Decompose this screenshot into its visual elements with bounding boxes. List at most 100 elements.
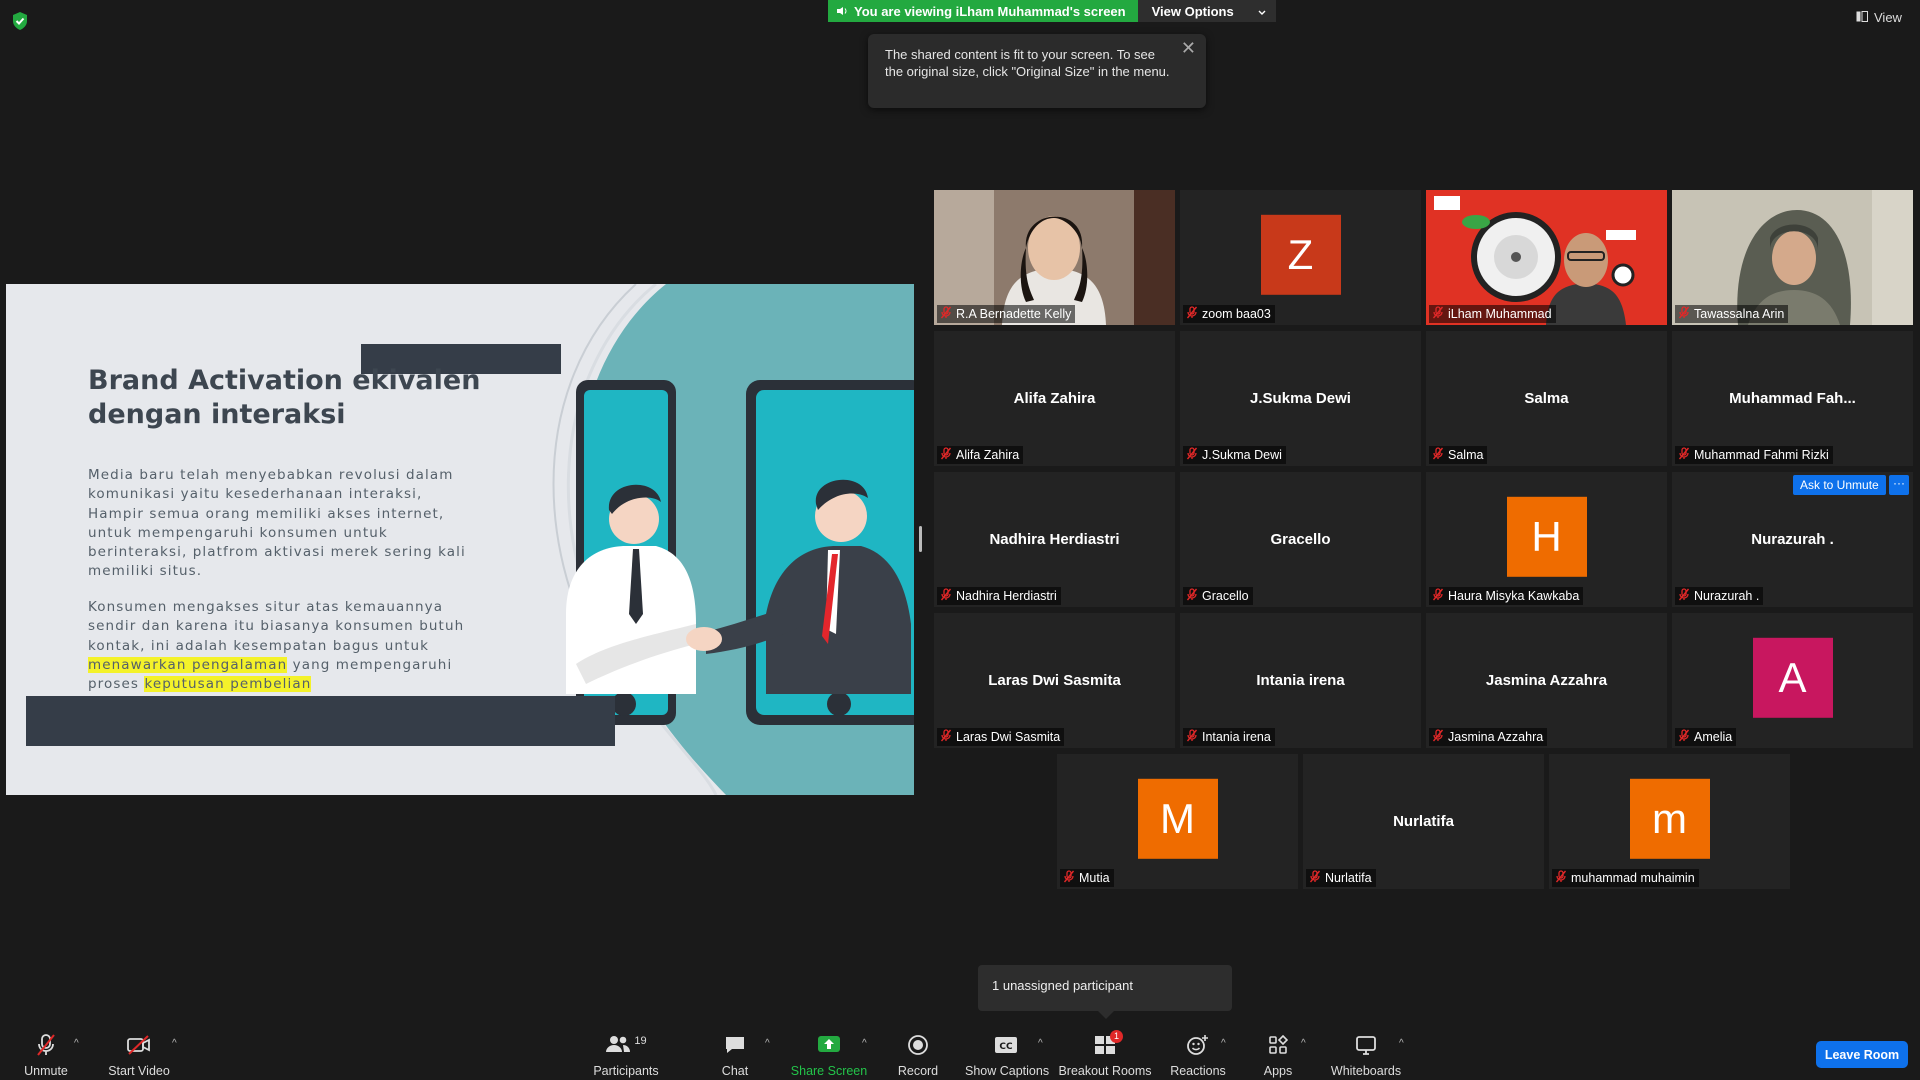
participant-name-label: Haura Misyka Kawkaba (1429, 587, 1584, 605)
reactions-options-caret-icon[interactable]: ^ (1221, 1038, 1226, 1049)
record-label: Record (897, 1064, 939, 1078)
participant-tile[interactable]: H Haura Misyka Kawkaba (1426, 472, 1667, 607)
muted-mic-icon (940, 729, 952, 745)
participant-avatar: H (1506, 496, 1587, 577)
audio-options-caret-icon[interactable]: ^ (74, 1038, 79, 1049)
muted-mic-icon (940, 588, 952, 604)
slide-paragraph-1: Media baru telah menyebabkan revolusi da… (88, 467, 466, 580)
participant-tile[interactable]: Nurlatifa Nurlatifa (1303, 754, 1544, 889)
participant-name: Amelia (1694, 730, 1733, 744)
apps-options-caret-icon[interactable]: ^ (1301, 1038, 1306, 1049)
participant-name: Nurlatifa (1325, 871, 1372, 885)
participant-name-label: J.Sukma Dewi (1183, 446, 1286, 464)
participant-tile[interactable]: Alifa Zahira Alifa Zahira (934, 331, 1175, 466)
participant-tile[interactable]: Jasmina Azzahra Jasmina Azzahra (1426, 613, 1667, 748)
captions-options-caret-icon[interactable]: ^ (1038, 1038, 1043, 1049)
participant-name: Nurazurah . (1694, 589, 1760, 603)
participant-name-label: Nadhira Herdiastri (937, 587, 1061, 605)
participant-name-label: Salma (1429, 446, 1488, 464)
participant-tile[interactable]: Zzoom baa03 (1180, 190, 1421, 325)
muted-mic-icon (1678, 588, 1690, 604)
participant-name-label: Intania irena (1183, 728, 1275, 746)
participant-avatar: M (1137, 778, 1218, 859)
whiteboards-button[interactable]: Whiteboards (1330, 1032, 1402, 1078)
participant-name-label: Amelia (1675, 728, 1737, 746)
whiteboards-options-caret-icon[interactable]: ^ (1399, 1038, 1404, 1049)
more-options-button[interactable]: ··· (1889, 475, 1909, 495)
breakout-rooms-label: Breakout Rooms (1058, 1064, 1152, 1078)
unmute-button[interactable]: Unmute (18, 1032, 74, 1078)
muted-mic-icon (1186, 729, 1198, 745)
apps-icon (1258, 1032, 1298, 1058)
muted-mic-icon (1432, 588, 1444, 604)
participant-tile[interactable]: A Amelia (1672, 613, 1913, 748)
participant-name: muhammad muhaimin (1571, 871, 1695, 885)
viewing-banner: You are viewing iLham Muhammad's screen … (828, 0, 1276, 22)
participants-button[interactable]: 19 Participants (590, 1032, 662, 1078)
unassigned-participant-popup[interactable]: 1 unassigned participant (978, 965, 1232, 1019)
participant-name: Alifa Zahira (956, 448, 1020, 462)
video-off-icon (104, 1032, 174, 1058)
reactions-button[interactable]: Reactions (1170, 1032, 1226, 1078)
participant-tile[interactable]: m muhammad muhaimin (1549, 754, 1790, 889)
apps-button[interactable]: Apps (1258, 1032, 1298, 1078)
view-button[interactable]: View (1856, 10, 1902, 25)
record-button[interactable]: Record (893, 1032, 943, 1078)
leave-room-button[interactable]: Leave Room (1816, 1041, 1908, 1068)
participant-name-label: Alifa Zahira (937, 446, 1024, 464)
participant-tile[interactable]: M Mutia (1057, 754, 1298, 889)
participants-icon-wrap: 19 (590, 1032, 662, 1058)
p2-text-a: Konsumen mengakses situr atas kemauannya… (88, 599, 465, 654)
participant-name: Intania irena (1202, 730, 1271, 744)
close-icon[interactable]: ✕ (1181, 39, 1196, 57)
muted-mic-icon (1309, 870, 1321, 886)
viewing-text: You are viewing iLham Muhammad's screen (854, 3, 1126, 19)
participant-name-label: zoom baa03 (1183, 305, 1275, 323)
view-options-button[interactable]: View Options (1137, 0, 1276, 22)
show-captions-button[interactable]: CC Show Captions (965, 1032, 1050, 1078)
participant-tile[interactable]: R.A Bernadette Kelly (934, 190, 1175, 325)
breakout-rooms-icon: 1 (1058, 1030, 1152, 1058)
participant-tile[interactable]: Laras Dwi Sasmita Laras Dwi Sasmita (934, 613, 1175, 748)
participant-name-label: Tawassalna Arin (1675, 305, 1789, 323)
participant-tile[interactable]: Intania irena Intania irena (1180, 613, 1421, 748)
participant-tile[interactable]: J.Sukma Dewi J.Sukma Dewi (1180, 331, 1421, 466)
whiteboard-icon (1330, 1032, 1402, 1058)
participant-name: Laras Dwi Sasmita (956, 730, 1061, 744)
svg-text:CC: CC (999, 1042, 1013, 1052)
participant-name: Gracello (1202, 589, 1249, 603)
muted-mic-icon (1186, 588, 1198, 604)
whiteboards-label: Whiteboards (1330, 1064, 1402, 1078)
chat-button[interactable]: Chat (715, 1032, 755, 1078)
apps-label: Apps (1263, 1064, 1293, 1078)
participant-tile[interactable]: Nadhira Herdiastri Nadhira Herdiastri (934, 472, 1175, 607)
show-captions-label: Show Captions (965, 1064, 1050, 1078)
muted-mic-icon (1678, 447, 1690, 463)
share-screen-button[interactable]: Share Screen (790, 1032, 868, 1078)
start-video-button[interactable]: Start Video (104, 1032, 174, 1078)
share-screen-label: Share Screen (790, 1064, 868, 1078)
security-shield-icon[interactable] (11, 11, 29, 31)
participant-name: Tawassalna Arin (1694, 307, 1785, 321)
slide-title: Brand Activation ekivalen dengan interak… (88, 365, 481, 430)
split-divider-handle[interactable] (919, 526, 922, 552)
chat-options-caret-icon[interactable]: ^ (765, 1038, 770, 1049)
participant-tile[interactable]: Tawassalna Arin (1672, 190, 1913, 325)
participant-tile[interactable]: Muhammad Fah... Muhammad Fahmi Rizki (1672, 331, 1913, 466)
participant-name: Muhammad Fahmi Rizki (1694, 448, 1829, 462)
participant-name: Nadhira Herdiastri (956, 589, 1057, 603)
speaker-icon (836, 4, 848, 19)
participant-name: Haura Misyka Kawkaba (1448, 589, 1580, 603)
participant-tile[interactable]: Salma Salma (1426, 331, 1667, 466)
breakout-rooms-button[interactable]: 1 Breakout Rooms (1058, 1030, 1152, 1078)
chevron-down-icon (1258, 4, 1266, 19)
chat-icon (715, 1032, 755, 1058)
ask-to-unmute-button[interactable]: Ask to Unmute (1793, 475, 1886, 495)
video-options-caret-icon[interactable]: ^ (172, 1038, 177, 1049)
participant-tile[interactable]: iLham Muhammad (1426, 190, 1667, 325)
participants-icon (605, 1034, 631, 1057)
share-options-caret-icon[interactable]: ^ (862, 1038, 867, 1049)
participant-tile[interactable]: Gracello Gracello (1180, 472, 1421, 607)
slide-paragraph-2: Konsumen mengakses situr atas kemauannya… (88, 598, 468, 694)
muted-mic-icon (1678, 306, 1690, 322)
